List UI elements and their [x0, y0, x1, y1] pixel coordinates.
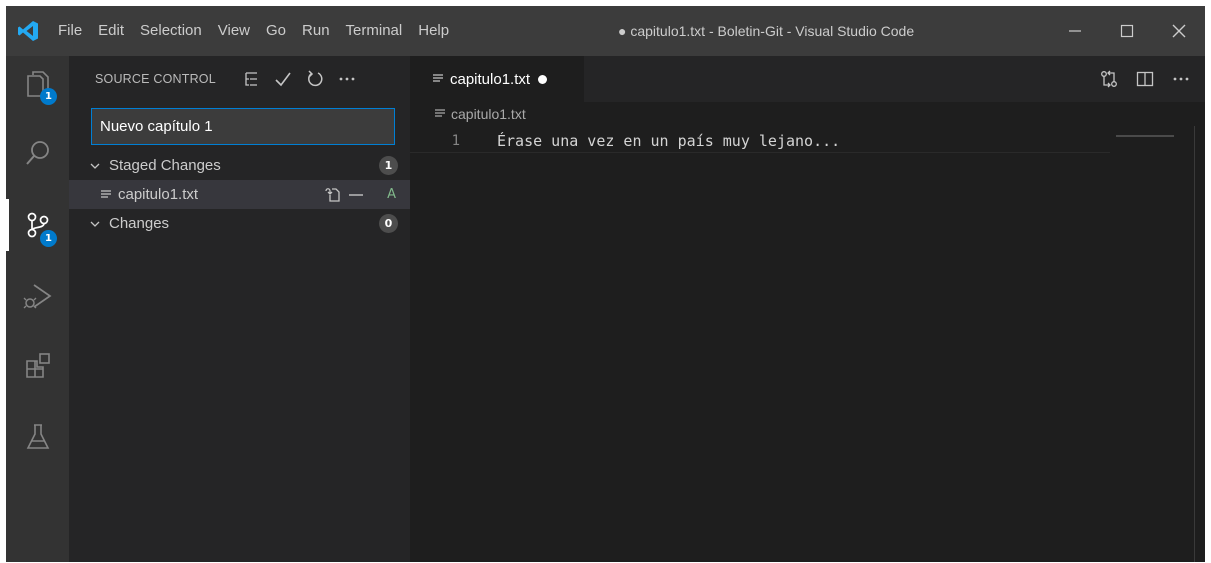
maximize-button[interactable] [1101, 6, 1153, 56]
testing-flask-icon [26, 424, 49, 449]
search-icon [25, 141, 49, 165]
line-text[interactable]: Érase una vez en un país muy lejano... [497, 132, 840, 150]
activity-extensions[interactable] [6, 340, 69, 392]
window-controls [1049, 6, 1205, 56]
compare-changes-icon [1101, 70, 1117, 88]
commit-button[interactable] [269, 65, 297, 93]
breadcrumb[interactable]: capitulo1.txt [410, 102, 526, 126]
maximize-icon [1120, 24, 1134, 38]
menu-go[interactable]: Go [258, 6, 294, 56]
more-actions-button[interactable] [333, 65, 361, 93]
explorer-badge: 1 [40, 88, 57, 105]
staged-changes-label: Staged Changes [109, 157, 221, 174]
changes-count-badge: 0 [379, 214, 398, 233]
menu-bar: File Edit Selection View Go Run Terminal… [50, 6, 457, 56]
text-file-icon [432, 74, 444, 84]
chevron-down-icon [89, 218, 105, 230]
staged-count-badge: 1 [379, 156, 398, 175]
open-file-button[interactable] [323, 187, 345, 203]
minimap[interactable] [1116, 135, 1174, 137]
menu-edit[interactable]: Edit [90, 6, 132, 56]
close-icon [1172, 24, 1186, 38]
minus-icon [349, 193, 363, 196]
changes-label: Changes [109, 215, 170, 232]
menu-terminal[interactable]: Terminal [338, 6, 411, 56]
file-status-added: A [387, 187, 396, 202]
vertical-scrollbar[interactable] [1194, 126, 1195, 562]
minimize-button[interactable] [1049, 6, 1101, 56]
menu-view[interactable]: View [210, 6, 258, 56]
editor-more-button[interactable] [1163, 64, 1199, 94]
editor-tab-bar: capitulo1.txt [410, 56, 1205, 102]
code-editor[interactable]: 1 Érase una vez en un país muy lejano... [410, 126, 1205, 562]
title-bar: File Edit Selection View Go Run Terminal… [6, 6, 1205, 56]
tree-view-icon [245, 72, 257, 86]
tab-capitulo1[interactable]: capitulo1.txt [410, 56, 584, 102]
menu-help[interactable]: Help [410, 6, 457, 56]
open-changes-button[interactable] [1091, 64, 1127, 94]
extensions-icon [25, 353, 50, 378]
activity-run-debug[interactable] [6, 270, 69, 322]
staged-file-name: capitulo1.txt [118, 186, 199, 203]
file-row-actions [323, 180, 367, 209]
split-editor-icon [1136, 71, 1154, 87]
view-as-tree-button[interactable] [237, 65, 265, 93]
changes-group[interactable]: Changes 0 [69, 209, 410, 238]
minimize-icon [1069, 30, 1081, 32]
staged-file-row[interactable]: capitulo1.txt A [69, 180, 410, 209]
check-icon [275, 72, 291, 87]
activity-search[interactable] [6, 127, 69, 179]
split-editor-button[interactable] [1127, 64, 1163, 94]
line-number: 1 [451, 132, 460, 149]
panel-actions [237, 56, 365, 102]
text-file-icon [434, 109, 446, 119]
unsaved-dot-icon[interactable] [538, 74, 548, 84]
refresh-icon [308, 70, 323, 87]
window-title: ● capitulo1.txt - Boletin-Git - Visual S… [618, 23, 915, 39]
text-file-icon [100, 189, 114, 200]
refresh-button[interactable] [301, 65, 329, 93]
unstage-button[interactable] [345, 193, 367, 197]
activity-source-control[interactable]: 1 [6, 199, 69, 251]
tab-label: capitulo1.txt [450, 70, 531, 88]
staged-changes-group[interactable]: Staged Changes 1 [69, 151, 410, 180]
ellipsis-icon [339, 77, 355, 81]
breadcrumb-file[interactable]: capitulo1.txt [451, 106, 526, 122]
panel-title: SOURCE CONTROL [95, 72, 216, 86]
ellipsis-icon [1173, 77, 1189, 81]
menu-selection[interactable]: Selection [132, 6, 210, 56]
commit-message-input[interactable] [91, 108, 395, 145]
vscode-logo-icon [6, 6, 50, 56]
menu-file[interactable]: File [50, 6, 90, 56]
code-line[interactable]: 1 Érase una vez en un país muy lejano... [410, 129, 1110, 153]
source-control-panel: SOURCE CONTROL Staged Changes 1 [69, 56, 410, 562]
activity-bar: 1 1 [6, 56, 69, 562]
open-file-icon [325, 187, 340, 202]
menu-run[interactable]: Run [294, 6, 338, 56]
activity-testing[interactable] [6, 411, 69, 463]
close-button[interactable] [1153, 6, 1205, 56]
chevron-down-icon [89, 160, 105, 172]
editor-actions [1091, 56, 1199, 102]
vscode-window: File Edit Selection View Go Run Terminal… [6, 6, 1205, 562]
activity-explorer[interactable]: 1 [6, 58, 69, 110]
run-debug-icon [23, 284, 52, 309]
source-control-badge: 1 [40, 230, 57, 247]
